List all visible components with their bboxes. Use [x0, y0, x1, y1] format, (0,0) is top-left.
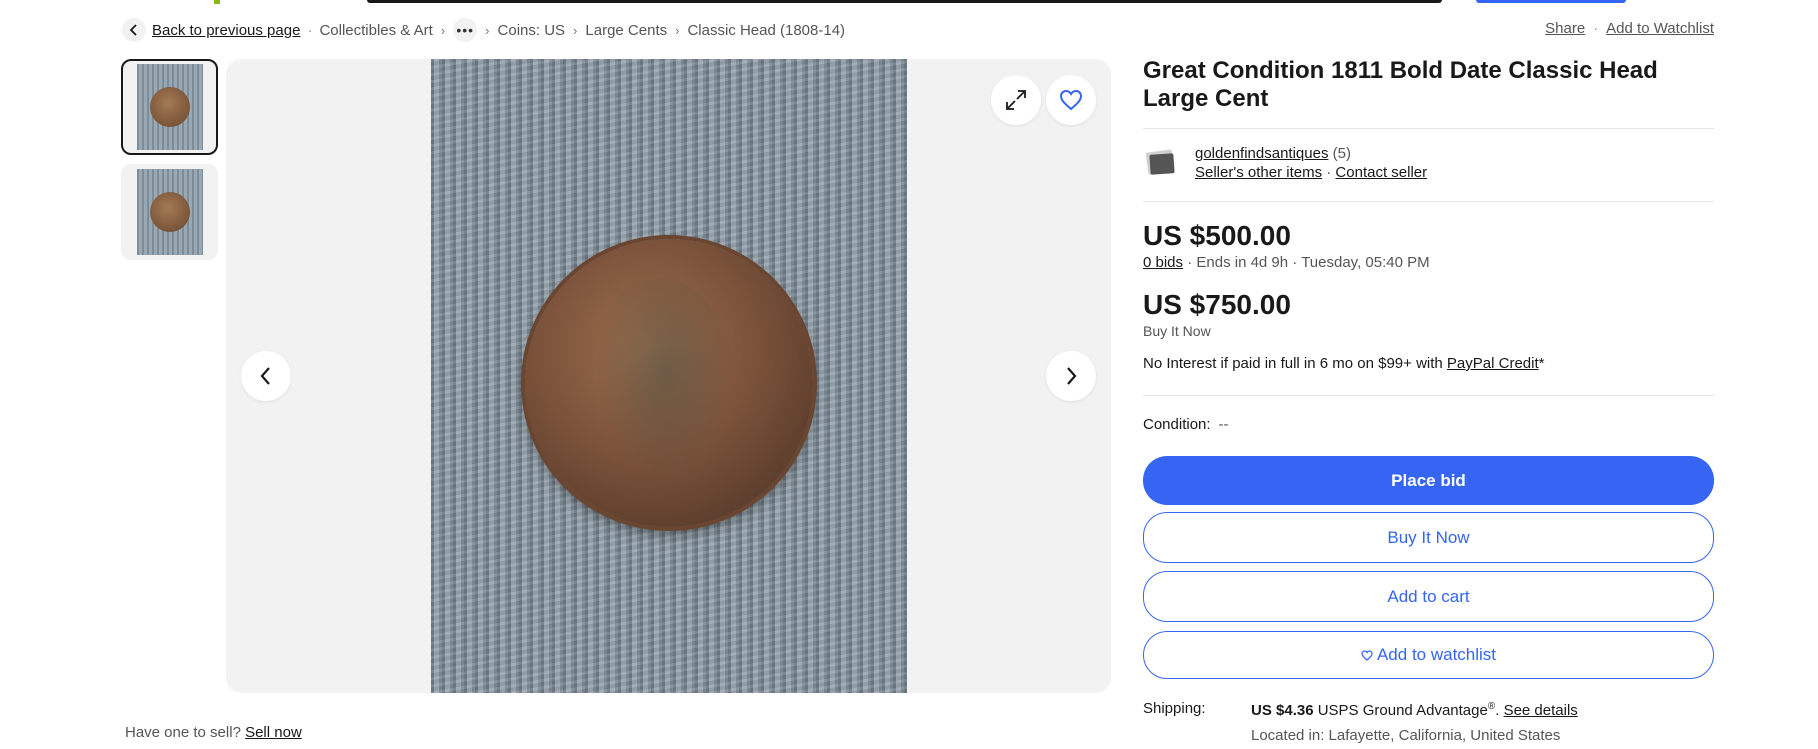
shipping-service: USPS Ground Advantage [1317, 702, 1488, 719]
heart-icon [1059, 89, 1083, 111]
sell-now-link[interactable]: Sell now [245, 724, 302, 741]
sell-prompt-text: Have one to sell? [125, 724, 241, 741]
buy-it-now-button[interactable]: Buy It Now [1143, 512, 1714, 563]
condition-label: Condition: [1143, 416, 1211, 433]
time-left: Ends in 4d 9h [1196, 254, 1289, 271]
seller-info: goldenfindsantiques (5) [1195, 145, 1351, 162]
listing-title: Great Condition 1811 Bold Date Classic H… [1143, 57, 1658, 112]
shipping-label: Shipping: [1143, 700, 1206, 717]
shipping-details-link[interactable]: See details [1504, 702, 1578, 719]
chevron-right-icon: › [440, 22, 446, 38]
divider [1143, 201, 1714, 202]
bid-meta: 0 bids · Ends in 4d 9h · Tuesday, 05:40 … [1143, 254, 1430, 271]
seller-other-items-link[interactable]: Seller's other items [1195, 164, 1322, 181]
paypal-credit-link[interactable]: PayPal Credit [1447, 355, 1539, 372]
share-link[interactable]: Share [1545, 20, 1585, 37]
expand-icon [1006, 90, 1026, 110]
separator: · [1593, 20, 1599, 37]
seller-name-link[interactable]: goldenfindsantiques [1195, 145, 1328, 162]
divider [1143, 395, 1714, 396]
more-dots-icon[interactable]: ••• [453, 18, 478, 42]
coin-image [149, 192, 190, 232]
breadcrumb-item-classic-head[interactable]: Classic Head (1808-14) [687, 22, 845, 39]
breadcrumb-item-coins-us[interactable]: Coins: US [498, 22, 566, 39]
credit-asterisk: * [1538, 355, 1545, 372]
divider [1143, 128, 1714, 129]
coin-image [525, 239, 813, 527]
add-to-watchlist-link[interactable]: Add to Watchlist [1606, 20, 1714, 37]
next-image-button[interactable] [1046, 351, 1096, 401]
thumbnail-image [136, 64, 203, 150]
chevron-right-icon: › [485, 22, 490, 38]
end-time: Tuesday, 05:40 PM [1301, 254, 1430, 271]
main-product-image[interactable] [431, 59, 907, 693]
buy-now-label: Buy It Now [1143, 323, 1211, 339]
paypal-credit-offer: No Interest if paid in full in 6 mo on $… [1143, 355, 1544, 372]
shipping-cost: US $4.36 [1251, 702, 1314, 719]
back-to-previous-link[interactable]: Back to previous page [152, 22, 300, 39]
add-to-watchlist-button[interactable]: Add to watchlist [1143, 631, 1714, 679]
expand-button[interactable] [991, 75, 1041, 125]
condition-value: -- [1218, 416, 1229, 433]
separator: · [1292, 254, 1302, 271]
coin-image [149, 87, 190, 127]
separator: · [307, 21, 313, 39]
item-location: Located in: Lafayette, California, Unite… [1251, 727, 1561, 744]
heart-icon [1361, 649, 1373, 661]
sell-prompt: Have one to sell? Sell now [125, 724, 302, 741]
bids-count-link[interactable]: 0 bids [1143, 254, 1183, 271]
search-bar-fragment [367, 0, 1442, 3]
site-logo-fragment [214, 0, 220, 4]
image-gallery [226, 59, 1111, 693]
breadcrumb-item-collectibles[interactable]: Collectibles & Art [319, 22, 432, 39]
seller-feedback-count: (5) [1332, 145, 1351, 162]
previous-image-button[interactable] [241, 351, 291, 401]
thumbnail-1[interactable] [121, 59, 218, 155]
seller-links: Seller's other items · Contact seller [1195, 164, 1427, 181]
contact-seller-link[interactable]: Contact seller [1335, 164, 1427, 181]
place-bid-button[interactable]: Place bid [1143, 456, 1714, 505]
registered-mark: ® [1487, 701, 1496, 712]
share-actions: Share · Add to Watchlist [1545, 20, 1714, 37]
breadcrumb: Back to previous page · Collectibles & A… [122, 18, 845, 42]
current-bid-price: US $500.00 [1143, 220, 1291, 251]
thumbnail-2[interactable] [121, 164, 218, 260]
add-to-cart-button[interactable]: Add to cart [1143, 571, 1714, 622]
condition-row: Condition: -- [1143, 416, 1229, 433]
chevron-right-icon: › [573, 22, 578, 38]
shipping-info: US $4.36 USPS Ground Advantage®. See det… [1251, 701, 1578, 719]
chevron-right-icon: › [675, 22, 680, 38]
search-button-fragment [1476, 0, 1626, 3]
favorite-button[interactable] [1046, 75, 1096, 125]
chevron-right-icon [1067, 367, 1077, 385]
credit-text: No Interest if paid in full in 6 mo on $… [1143, 355, 1447, 372]
separator: · [1187, 254, 1197, 271]
buy-now-price: US $750.00 [1143, 289, 1291, 320]
chevron-left-icon [129, 24, 137, 36]
seller-avatar[interactable] [1143, 145, 1179, 181]
add-to-watchlist-label: Add to watchlist [1376, 645, 1497, 664]
back-button[interactable] [122, 18, 146, 42]
thumbnail-image [136, 169, 203, 255]
chevron-left-icon [260, 367, 270, 385]
breadcrumb-item-large-cents[interactable]: Large Cents [585, 22, 667, 39]
